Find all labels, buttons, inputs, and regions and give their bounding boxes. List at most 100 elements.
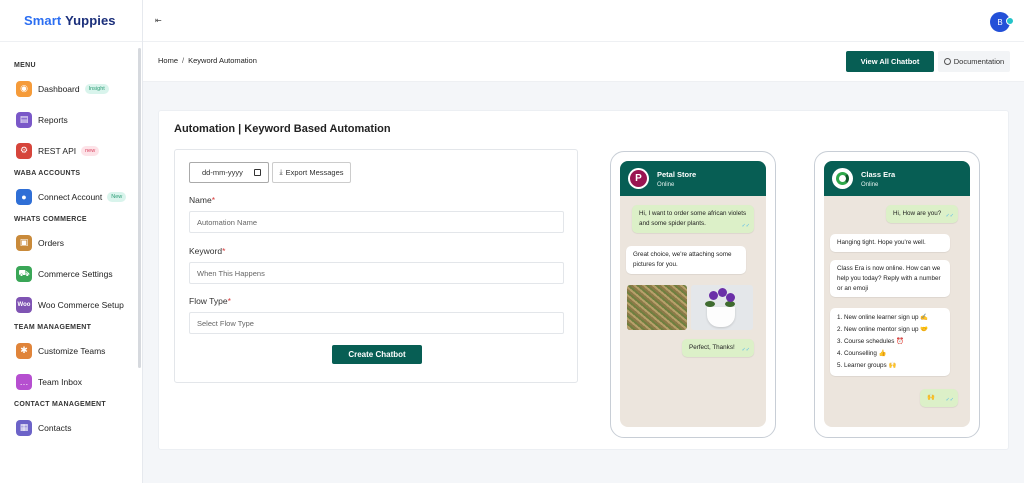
- chat-icon: …: [16, 373, 32, 390]
- orders-icon: ▣: [16, 234, 32, 251]
- list-item: 5. Learner groups 🙌: [837, 361, 897, 369]
- team-icon: ✱: [16, 342, 32, 359]
- page-title: Automation | Keyword Based Automation: [174, 123, 391, 135]
- breadcrumb-bar: Home / Keyword Automation View All Chatbot…: [143, 42, 1024, 82]
- section-title-team: TEAM MANAGEMENT: [14, 324, 92, 331]
- view-all-chatbot-button[interactable]: View All Chatbot: [846, 51, 934, 72]
- new-badge: new: [81, 145, 100, 156]
- sidebar-item-commerce-settings[interactable]: ⛟ Commerce Settings: [0, 258, 142, 289]
- keyword-label-text: Keyword: [189, 246, 223, 256]
- read-ticks-icon: ✓✓: [741, 347, 750, 353]
- message-text: Great choice, we're attaching some pictu…: [633, 251, 732, 268]
- message-text: Hi, I want to order some african violets…: [639, 210, 747, 227]
- list-item: 2. New online mentor sign up 🤝: [837, 325, 929, 333]
- sidebar-item-orders[interactable]: ▣ Orders: [0, 227, 142, 258]
- chat-message-in: Hanging tight. Hope you're well.: [830, 234, 950, 252]
- brand-part1: Smart: [24, 13, 66, 28]
- chat-contact-status: Online: [657, 181, 675, 188]
- flower-shape: [726, 293, 735, 302]
- read-ticks-icon: ✓✓: [741, 222, 750, 229]
- sidebar-item-label: Woo Commerce Setup: [38, 299, 124, 310]
- insight-badge: Insight: [84, 83, 109, 94]
- breadcrumb: Home / Keyword Automation: [158, 56, 257, 65]
- sidebar-item-contacts[interactable]: ▦ Contacts: [0, 412, 142, 443]
- avatar-letter: B: [997, 17, 1003, 27]
- phone-preview-petal-store: P Petal Store Online Hi, I want to order…: [610, 151, 776, 438]
- pot-shape: [707, 307, 735, 327]
- sidebar-item-team-inbox[interactable]: … Team Inbox: [0, 366, 142, 397]
- sidebar-scrollbar[interactable]: [138, 48, 141, 368]
- breadcrumb-current: Keyword Automation: [188, 56, 257, 65]
- chat-message-in: Class Era is now online. How can we help…: [830, 260, 950, 298]
- chat-contact-name: Petal Store: [657, 169, 697, 179]
- class-era-logo-icon: [832, 168, 853, 189]
- sidebar-item-label: Connect Account: [38, 191, 103, 202]
- sidebar-item-label: Commerce Settings: [38, 268, 113, 279]
- date-placeholder: dd-mm-yyyy: [202, 168, 243, 177]
- sidebar-item-rest-api[interactable]: ⚙ REST API new: [0, 135, 142, 166]
- new-badge: New: [107, 191, 127, 202]
- sidebar-item-label: Reports: [38, 114, 68, 125]
- message-text: Hi, How are you?: [893, 210, 942, 217]
- required-mark: *: [211, 195, 215, 205]
- plant-photo-spider: [627, 285, 687, 330]
- petal-logo-letter: P: [630, 170, 647, 187]
- name-placeholder: Automation Name: [197, 217, 258, 227]
- message-text: Perfect, Thanks!: [689, 344, 735, 351]
- sidebar-item-customize-teams[interactable]: ✱ Customize Teams: [0, 335, 142, 366]
- list-item: 4. Counselling 👍: [837, 349, 887, 357]
- chat-header: Class Era Online: [824, 161, 970, 196]
- sidebar-item-label: REST API: [38, 145, 77, 156]
- chat-message-out: Hi, How are you? ✓✓: [886, 205, 958, 223]
- automation-card: Automation | Keyword Based Automation dd…: [158, 110, 1009, 450]
- create-chatbot-button[interactable]: Create Chatbot: [332, 345, 422, 364]
- section-title-contact: CONTACT MANAGEMENT: [14, 401, 106, 408]
- sidebar-item-woo-commerce[interactable]: Woo Woo Commerce Setup: [0, 289, 142, 320]
- flow-type-select[interactable]: Select Flow Type: [189, 312, 564, 334]
- sidebar-item-label: Contacts: [38, 422, 72, 433]
- export-messages-button[interactable]: ⤓ Export Messages: [272, 162, 351, 183]
- date-input[interactable]: dd-mm-yyyy: [189, 162, 269, 183]
- cart-icon: ⛟: [16, 265, 32, 282]
- automation-form: dd-mm-yyyy ⤓ Export Messages Name* Autom…: [174, 149, 578, 383]
- sidebar-item-label: Orders: [38, 237, 64, 248]
- message-text: Class Era is now online. How can we help…: [837, 265, 941, 292]
- name-field[interactable]: Automation Name: [189, 211, 564, 233]
- chat-message-out: Perfect, Thanks! ✓✓: [682, 339, 754, 357]
- calendar-icon: [254, 169, 261, 176]
- message-text: Hanging tight. Hope you're well.: [837, 239, 926, 246]
- chat-contact-name: Class Era: [861, 169, 896, 179]
- sidebar-item-label: Dashboard: [38, 83, 80, 94]
- clock-icon: [943, 58, 951, 65]
- name-label-text: Name: [189, 195, 212, 205]
- sidebar-item-label: Team Inbox: [38, 376, 82, 387]
- brand-logo[interactable]: Smart Yuppies: [0, 0, 142, 42]
- flow-label-text: Flow Type: [189, 296, 228, 306]
- petal-store-logo-icon: P: [628, 168, 649, 189]
- contacts-icon: ▦: [16, 419, 32, 436]
- sidebar-item-dashboard[interactable]: ◉ Dashboard Insight: [0, 73, 142, 104]
- list-item: 1. New online learner sign up ✍️: [837, 314, 929, 321]
- flower-shape: [709, 291, 718, 300]
- breadcrumb-home[interactable]: Home: [158, 56, 178, 65]
- topbar: ⇤ B: [143, 0, 1024, 42]
- collapse-sidebar-icon[interactable]: ⇤: [155, 16, 162, 25]
- chat-contact-status: Online: [861, 181, 879, 188]
- gear-icon: ⚙: [16, 142, 32, 159]
- keyword-field[interactable]: When This Happens: [189, 262, 564, 284]
- name-label: Name*: [189, 195, 215, 205]
- flow-placeholder: Select Flow Type: [197, 318, 254, 328]
- chat-screen: P Petal Store Online Hi, I want to order…: [620, 161, 766, 427]
- chat-message-in: Great choice, we're attaching some pictu…: [626, 246, 746, 274]
- message-text: 🙌: [927, 394, 935, 401]
- list-item: 3. Course schedules ⏰: [837, 337, 904, 345]
- chat-menu-list: 1. New online learner sign up ✍️ 2. New …: [830, 308, 950, 376]
- export-label: Export Messages: [285, 168, 344, 177]
- plant-photo-violet: [691, 285, 753, 330]
- sidebar-item-reports[interactable]: ▤ Reports: [0, 104, 142, 135]
- sidebar-item-connect-account[interactable]: ● Connect Account New: [0, 181, 142, 212]
- documentation-button[interactable]: Documentation: [938, 51, 1010, 72]
- brand-part2: Yuppies: [65, 13, 116, 28]
- dashboard-icon: ◉: [16, 80, 32, 97]
- chat-header: P Petal Store Online: [620, 161, 766, 196]
